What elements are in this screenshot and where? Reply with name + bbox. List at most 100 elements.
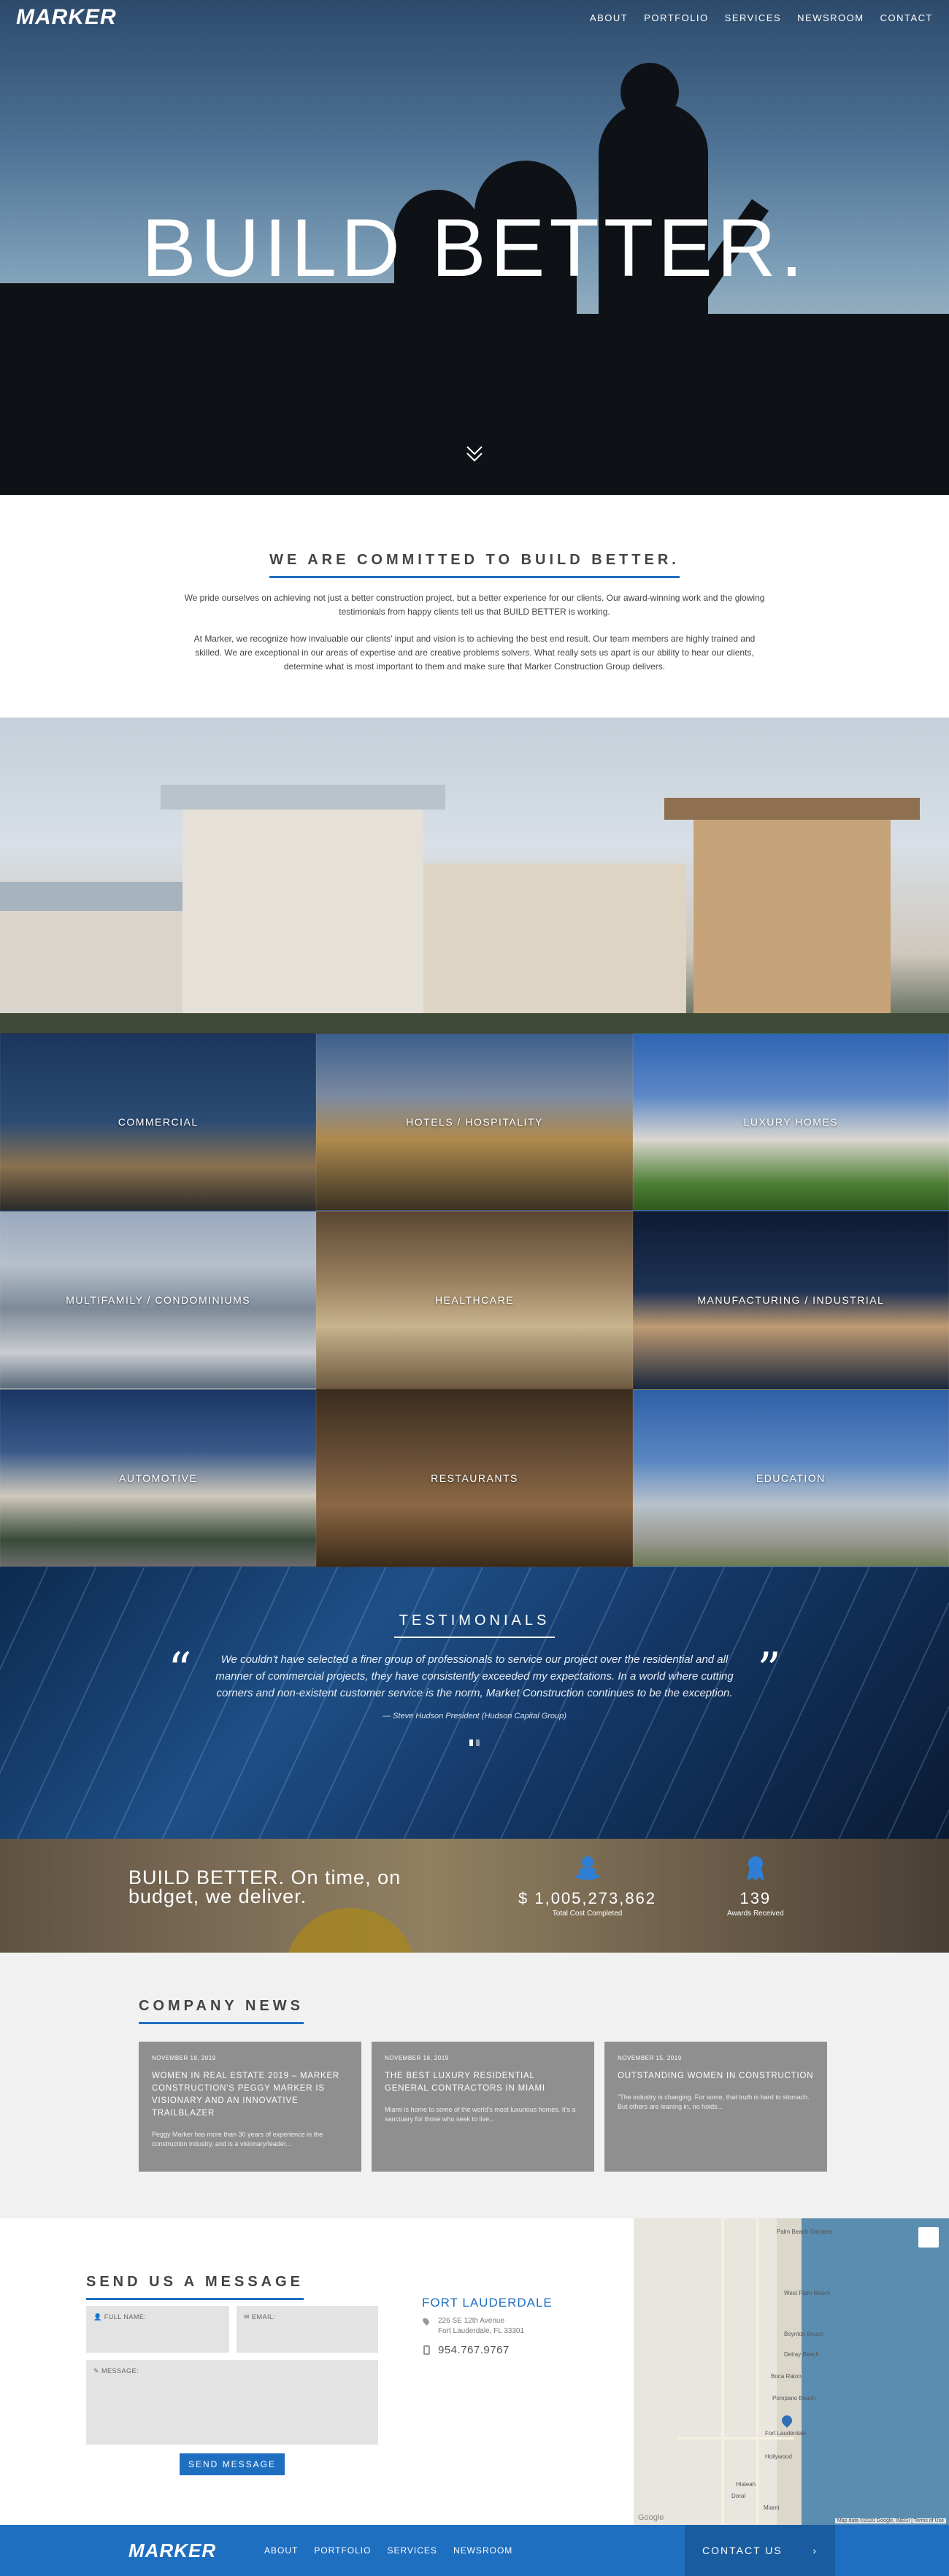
building-tower-right-roof [664, 798, 920, 820]
stat-label: Awards Received [727, 1910, 784, 1918]
email-field[interactable]: ✉ EMAIL: [237, 2306, 378, 2353]
portfolio-tile-multifamily[interactable]: MULTIFAMILY / CONDOMINIUMS [0, 1211, 317, 1389]
nav-item-newsroom[interactable]: NEWSROOM [797, 12, 864, 23]
committed-heading: WE ARE COMMITTED TO BUILD BETTER. [269, 552, 680, 578]
office-phone[interactable]: 954.767.9767 [422, 2344, 553, 2356]
portfolio-tile-label: LUXURY HOMES [743, 1116, 839, 1128]
testimonial-dot-1[interactable] [469, 1739, 473, 1746]
map-place: Pompano Beach [772, 2395, 816, 2402]
news-card[interactable]: NOVEMBER 15, 2019 OUTSTANDING WOMEN IN C… [604, 2042, 827, 2172]
news-date: NOVEMBER 18, 2019 [385, 2055, 449, 2061]
close-quote-icon: ” [757, 1643, 781, 1697]
stats-band: BUILD BETTER. On time, on budget, we del… [0, 1839, 949, 1953]
testimonial-pagination [0, 1739, 949, 1746]
fullscreen-icon[interactable] [918, 2227, 939, 2248]
hero-title: BUILD BETTER. [142, 202, 807, 293]
stat-value: $ 1,005,273,862 [518, 1889, 657, 1907]
news-card[interactable]: NOVEMBER 18, 2019 WOMEN IN REAL ESTATE 2… [139, 2042, 361, 2172]
portfolio-tile-label: MULTIFAMILY / CONDOMINIUMS [66, 1294, 251, 1306]
portfolio-tile-commercial[interactable]: COMMERCIAL [0, 1033, 317, 1211]
news-cards: NOVEMBER 18, 2019 WOMEN IN REAL ESTATE 2… [139, 2042, 949, 2172]
building-tower-right [694, 812, 891, 1033]
news-excerpt: Peggy Marker has more than 30 years of e… [152, 2131, 323, 2148]
email-label: ✉ EMAIL: [244, 2313, 276, 2321]
nav-item-about[interactable]: ABOUT [590, 12, 628, 23]
portfolio-tile-education[interactable]: EDUCATION [632, 1389, 949, 1567]
building-center [423, 864, 686, 1033]
news-title[interactable]: THE BEST LUXURY RESIDENTIAL GENERAL CONT… [385, 2070, 581, 2095]
testimonial-quote: We couldn't have selected a finer group … [215, 1653, 734, 1699]
portfolio-grid: COMMERCIAL HOTELS / HOSPITALITY LUXURY H… [0, 1033, 949, 1567]
news-title[interactable]: OUTSTANDING WOMEN IN CONSTRUCTION [618, 2070, 814, 2083]
nav-item-contact[interactable]: CONTACT [880, 12, 933, 23]
portfolio-tile-label: AUTOMOTIVE [119, 1472, 198, 1484]
map-place: Boca Raton [771, 2373, 802, 2380]
footer-nav-newsroom[interactable]: NEWSROOM [453, 2545, 512, 2556]
nav-item-services[interactable]: SERVICES [725, 12, 782, 23]
double-chevron-down-icon[interactable] [460, 439, 489, 469]
message-label: ✎ MESSAGE: [93, 2367, 139, 2375]
logo[interactable]: MARKER [16, 5, 117, 30]
map-place: Delray Beach [784, 2351, 820, 2358]
hero-silhouette-head-3 [620, 63, 679, 121]
contact-us-button[interactable]: CONTACT US › [685, 2525, 835, 2576]
office-city: FORT LAUDERDALE [422, 2296, 553, 2310]
portfolio-tile-hotels[interactable]: HOTELS / HOSPITALITY [316, 1033, 633, 1211]
stats-tagline: BUILD BETTER. On time, on budget, we del… [128, 1866, 402, 1907]
portfolio-tile-label: HOTELS / HOSPITALITY [406, 1116, 543, 1128]
full-name-label: 👤 FULL NAME: [93, 2313, 147, 2321]
stat-label: Total Cost Completed [552, 1910, 623, 1918]
footer-nav: ABOUT PORTFOLIO SERVICES NEWSROOM [264, 2545, 512, 2556]
footer: MARKER ABOUT PORTFOLIO SERVICES NEWSROOM… [0, 2525, 949, 2576]
open-quote-icon: “ [168, 1643, 192, 1697]
portfolio-tile-restaurants[interactable]: RESTAURANTS [316, 1389, 633, 1567]
building-lawn [0, 1013, 949, 1033]
chevron-right-icon: › [812, 2545, 818, 2556]
location-pin-icon [421, 2316, 431, 2326]
map-place: West Palm Beach [784, 2290, 831, 2296]
map-place: Palm Beach Gardens [777, 2229, 833, 2235]
footer-nav-services[interactable]: SERVICES [387, 2545, 437, 2556]
news-excerpt: Miami is home to some of the world's mos… [385, 2106, 576, 2123]
portfolio-tile-label: RESTAURANTS [431, 1472, 518, 1484]
top-nav: MARKER ABOUT PORTFOLIO SERVICES NEWSROOM… [0, 0, 949, 35]
news-card[interactable]: NOVEMBER 18, 2019 THE BEST LUXURY RESIDE… [372, 2042, 594, 2172]
full-name-field[interactable]: 👤 FULL NAME: [86, 2306, 229, 2353]
map-place: Miami [764, 2504, 780, 2511]
top-nav-menu: ABOUT PORTFOLIO SERVICES NEWSROOM CONTAC… [590, 12, 933, 23]
message-field[interactable]: ✎ MESSAGE: [86, 2360, 378, 2445]
portfolio-tile-healthcare[interactable]: HEALTHCARE [316, 1211, 633, 1389]
testimonial-dot-2[interactable] [476, 1739, 480, 1746]
portfolio-tile-automotive[interactable]: AUTOMOTIVE [0, 1389, 317, 1567]
building-tower-left [182, 798, 423, 1033]
testimonial-slide: “ ” We couldn't have selected a finer gr… [168, 1647, 781, 1720]
news-excerpt: "The industry is changing. For some, tha… [618, 2094, 810, 2110]
hero-section: MARKER ABOUT PORTFOLIO SERVICES NEWSROOM… [0, 0, 949, 495]
contact-heading: SEND US A MESSAGE [86, 2274, 304, 2300]
footer-nav-portfolio[interactable]: PORTFOLIO [314, 2545, 371, 2556]
news-title[interactable]: WOMEN IN REAL ESTATE 2019 – MARKER CONST… [152, 2070, 348, 2120]
committed-section: WE ARE COMMITTED TO BUILD BETTER. We pri… [0, 495, 949, 718]
portfolio-tile-label: COMMERCIAL [118, 1116, 199, 1128]
office-info: FORT LAUDERDALE 226 SE 12th Avenue Fort … [421, 2296, 553, 2356]
portfolio-tile-luxury-homes[interactable]: LUXURY HOMES [632, 1033, 949, 1211]
portfolio-tile-manufacturing[interactable]: MANUFACTURING / INDUSTRIAL [632, 1211, 949, 1389]
portfolio-tile-label: MANUFACTURING / INDUSTRIAL [697, 1294, 885, 1306]
map-place: Doral [731, 2493, 746, 2499]
hero-silhouette-scaffold [730, 387, 949, 495]
nav-item-portfolio[interactable]: PORTFOLIO [644, 12, 708, 23]
news-date: NOVEMBER 18, 2019 [152, 2055, 216, 2061]
contact-section: SEND US A MESSAGE 👤 FULL NAME: ✉ EMAIL: … [0, 2218, 949, 2525]
map-credit[interactable]: Map data ©2020 Google, INEGI | Terms of … [834, 2518, 946, 2523]
testimonial-author: — Steve Hudson President (Hudson Capital… [383, 1712, 566, 1720]
map-place: Fort Lauderdale [765, 2430, 807, 2437]
map-provider-logo: Google [638, 2513, 664, 2522]
company-news-section: COMPANY NEWS NOVEMBER 18, 2019 WOMEN IN … [0, 1953, 949, 2218]
news-date: NOVEMBER 15, 2019 [618, 2055, 682, 2061]
testimonials-heading: TESTIMONIALS [394, 1567, 555, 1638]
map-place: Hollywood [765, 2453, 792, 2460]
footer-nav-about[interactable]: ABOUT [264, 2545, 298, 2556]
testimonials-section: TESTIMONIALS “ ” We couldn't have select… [0, 1567, 949, 1839]
location-map[interactable]: Palm Beach Gardens West Palm Beach Boynt… [634, 2218, 949, 2525]
send-message-button[interactable]: SEND MESSAGE [180, 2453, 285, 2475]
